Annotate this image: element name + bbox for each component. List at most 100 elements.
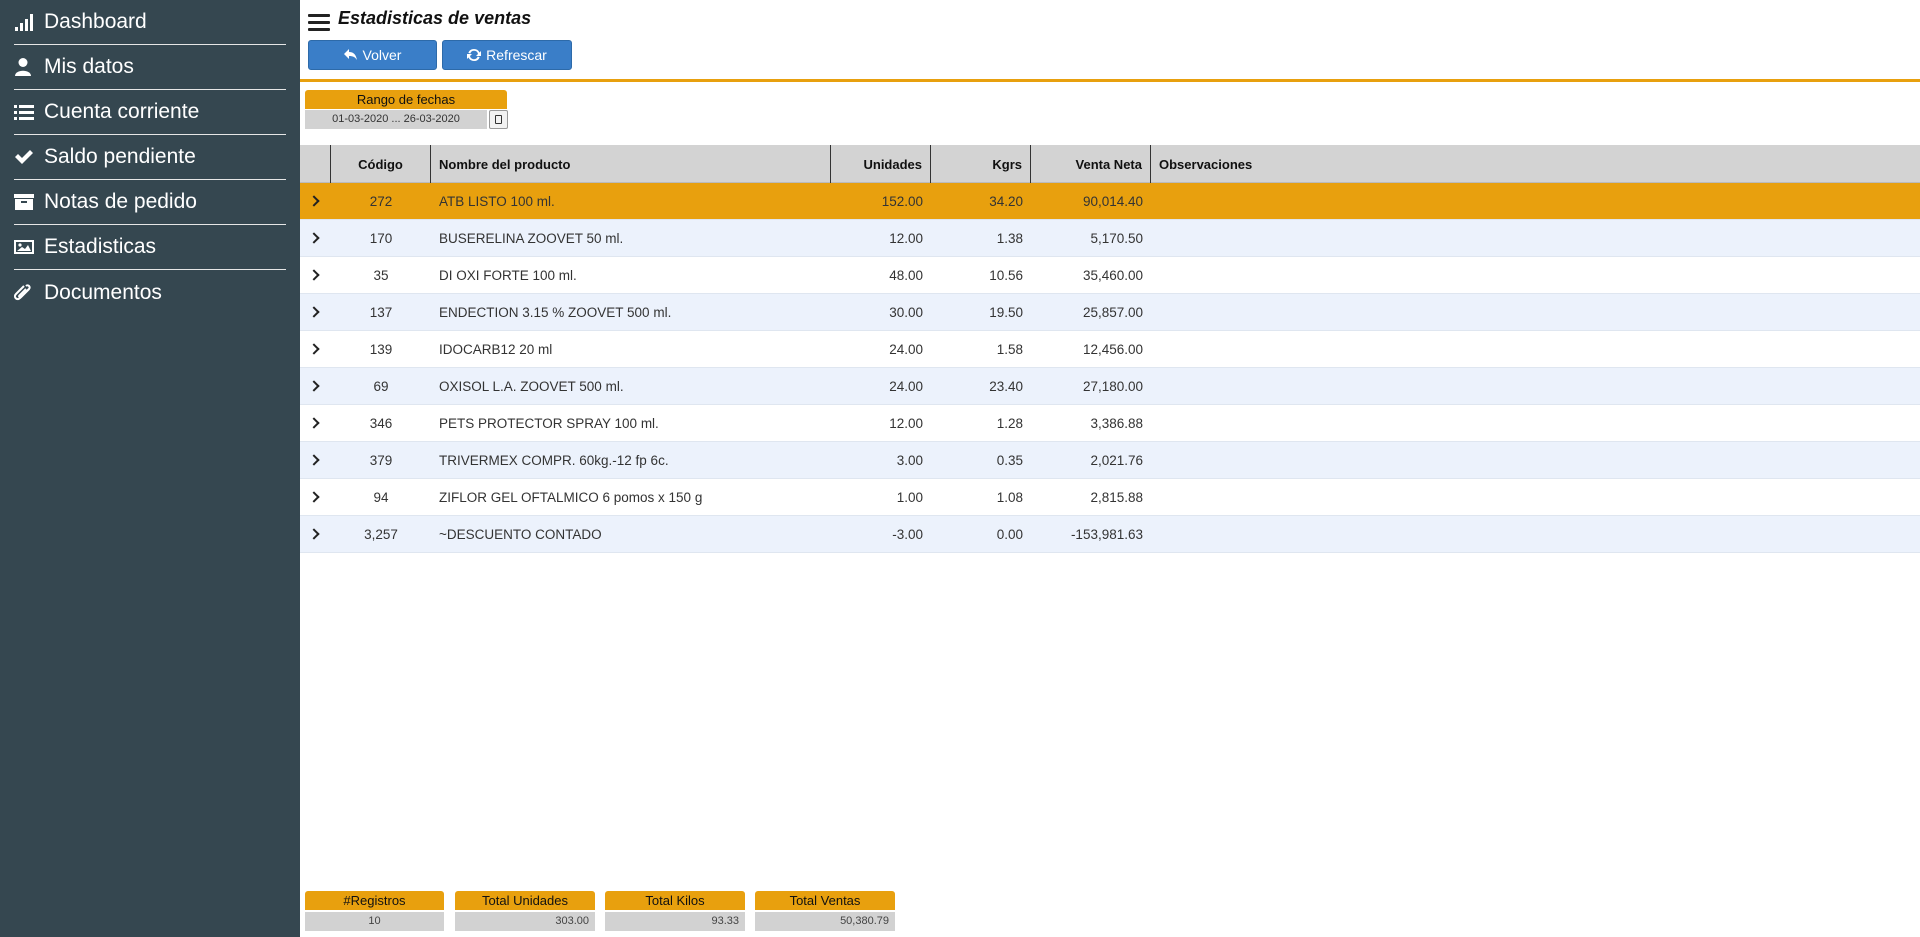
cell-kgrs: 1.08	[996, 489, 1023, 505]
cell-units: -3.00	[892, 526, 923, 542]
expand-row-chevron[interactable]	[300, 257, 331, 293]
cell-kgrs: 19.50	[989, 304, 1023, 320]
image-icon	[14, 236, 40, 258]
table-row[interactable]: 3,257 ~DESCUENTO CONTADO -3.00 0.00 -153,981…	[300, 516, 1920, 553]
refresh-button-label: Refrescar	[486, 47, 547, 63]
column-header-units[interactable]: Unidades	[831, 145, 931, 183]
cell-product-name: TRIVERMEX COMPR. 60kg.-12 fp 6c.	[439, 452, 669, 468]
sidebar-item-saldo-pendiente[interactable]: Saldo pendiente	[14, 135, 286, 180]
chevron-right-icon[interactable]	[307, 232, 320, 244]
expand-row-chevron[interactable]	[300, 183, 331, 219]
column-header-code[interactable]: Código	[331, 145, 431, 183]
cell-units: 3.00	[896, 452, 923, 468]
cell-kgrs: 34.20	[989, 193, 1023, 209]
expand-row-chevron[interactable]	[300, 294, 331, 330]
hamburger-menu-icon[interactable]	[308, 14, 330, 34]
sidebar-item-dashboard[interactable]: Dashboard	[14, 0, 286, 45]
cell-product-name: ATB LISTO 100 ml.	[439, 193, 555, 209]
cell-product-name: BUSERELINA ZOOVET 50 ml.	[439, 230, 624, 246]
cell-net-sales: 12,456.00	[1082, 341, 1143, 357]
total-sales-label: Total Ventas	[755, 891, 895, 910]
expand-row-chevron[interactable]	[300, 516, 331, 552]
refresh-icon	[467, 48, 482, 62]
cell-kgrs: 0.35	[996, 452, 1023, 468]
back-button[interactable]: Volver	[308, 40, 437, 70]
date-picker-button[interactable]	[489, 110, 508, 129]
expand-row-chevron[interactable]	[300, 479, 331, 515]
cell-units: 24.00	[889, 341, 923, 357]
expand-row-chevron[interactable]	[300, 331, 331, 367]
table-row[interactable]: 69 OXISOL L.A. ZOOVET 500 ml. 24.00 23.40 27…	[300, 368, 1920, 405]
cell-net-sales: 2,021.76	[1090, 452, 1143, 468]
total-kilos-label: Total Kilos	[605, 891, 745, 910]
cell-code: 139	[369, 341, 393, 357]
cell-observations	[1151, 442, 1920, 478]
table-row[interactable]: 35 DI OXI FORTE 100 ml. 48.00 10.56 35,460.0…	[300, 257, 1920, 294]
date-range-field[interactable]: 01-03-2020 ... 26-03-2020	[305, 110, 487, 129]
table-row[interactable]: 94 ZIFLOR GEL OFTALMICO 6 pomos x 150 g 1.…	[300, 479, 1920, 516]
chevron-right-icon[interactable]	[307, 491, 320, 503]
total-units-label: Total Unidades	[455, 891, 595, 910]
sidebar-item-notas-de-pedido[interactable]: Notas de pedido	[14, 180, 286, 225]
sidebar: Dashboard Mis datos Cuenta corriente Sal…	[0, 0, 300, 937]
cell-net-sales: 25,857.00	[1082, 304, 1143, 320]
chevron-right-icon[interactable]	[307, 380, 320, 392]
cell-observations	[1151, 516, 1920, 552]
chevron-right-icon[interactable]	[307, 306, 320, 318]
cell-units: 48.00	[889, 267, 923, 283]
cell-code: 94	[373, 489, 389, 505]
column-header-observations[interactable]: Observaciones	[1151, 145, 1920, 183]
back-button-label: Volver	[362, 47, 402, 63]
page-title: Estadisticas de ventas	[338, 8, 532, 28]
total-sales-value: 50,380.79	[755, 912, 895, 931]
chevron-right-icon[interactable]	[307, 528, 320, 540]
cell-kgrs: 1.28	[996, 415, 1023, 431]
sidebar-item-cuenta-corriente[interactable]: Cuenta corriente	[14, 90, 286, 135]
sidebar-item-estadisticas[interactable]: Estadisticas	[14, 225, 286, 270]
chevron-right-icon[interactable]	[307, 417, 320, 429]
chevron-right-icon[interactable]	[307, 343, 320, 355]
chevron-right-icon[interactable]	[307, 195, 320, 207]
chevron-right-icon[interactable]	[307, 269, 320, 281]
archive-icon	[14, 191, 40, 213]
cell-code: 379	[369, 452, 393, 468]
sidebar-item-documentos[interactable]: Documentos	[14, 270, 286, 315]
table-row[interactable]: 379 TRIVERMEX COMPR. 60kg.-12 fp 6c. 3.00 0…	[300, 442, 1920, 479]
expand-row-chevron[interactable]	[300, 442, 331, 478]
expand-row-chevron[interactable]	[300, 405, 331, 441]
table-row[interactable]: 139 IDOCARB12 20 ml 24.00 1.58 12,456.00	[300, 331, 1920, 368]
chevron-right-icon[interactable]	[307, 454, 320, 466]
reply-arrow-icon	[343, 49, 357, 60]
list-icon	[14, 101, 40, 123]
cell-code: 137	[369, 304, 393, 320]
table-row[interactable]: 170 BUSERELINA ZOOVET 50 ml. 12.00 1.38 5,17…	[300, 220, 1920, 257]
cell-product-name: ~DESCUENTO CONTADO	[439, 526, 602, 542]
main-content: Estadisticas de ventas Volver Refrescar …	[300, 0, 1920, 937]
signal-bars-icon	[14, 11, 40, 33]
refresh-button[interactable]: Refrescar	[442, 40, 572, 70]
expand-row-chevron[interactable]	[300, 368, 331, 404]
table-row[interactable]: 346 PETS PROTECTOR SPRAY 100 ml. 12.00 1.28…	[300, 405, 1920, 442]
cell-units: 12.00	[889, 230, 923, 246]
paperclip-icon	[14, 282, 40, 304]
cell-units: 152.00	[881, 193, 923, 209]
sidebar-item-mis-datos[interactable]: Mis datos	[14, 45, 286, 90]
table-row[interactable]: 272 ATB LISTO 100 ml. 152.00 34.20 90,014.40	[300, 183, 1920, 220]
cell-net-sales: 27,180.00	[1082, 378, 1143, 394]
cell-product-name: ENDECTION 3.15 % ZOOVET 500 ml.	[439, 304, 672, 320]
cell-units: 30.00	[889, 304, 923, 320]
cell-kgrs: 1.58	[996, 341, 1023, 357]
column-header-net-sales[interactable]: Venta Neta	[1031, 145, 1151, 183]
expand-row-chevron[interactable]	[300, 220, 331, 256]
cell-product-name: PETS PROTECTOR SPRAY 100 ml.	[439, 415, 659, 431]
sidebar-item-label: Cuenta corriente	[44, 100, 200, 123]
table-row[interactable]: 137 ENDECTION 3.15 % ZOOVET 500 ml. 30.00 1…	[300, 294, 1920, 331]
column-header-kgrs[interactable]: Kgrs	[931, 145, 1031, 183]
cell-observations	[1151, 294, 1920, 330]
column-header-product[interactable]: Nombre del producto	[431, 145, 831, 183]
cell-net-sales: -153,981.63	[1070, 526, 1143, 542]
cell-net-sales: 35,460.00	[1082, 267, 1143, 283]
sidebar-item-label: Documentos	[44, 280, 162, 304]
cell-product-name: IDOCARB12 20 ml	[439, 341, 553, 357]
cell-code: 35	[373, 267, 389, 283]
